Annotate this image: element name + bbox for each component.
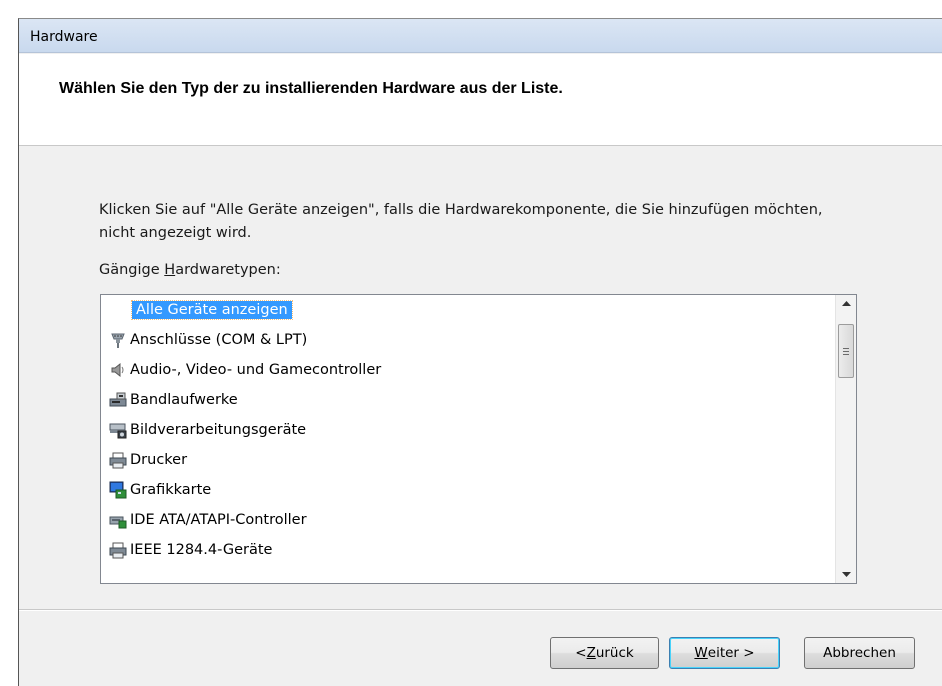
next-button-accelerator: W [694, 645, 708, 661]
next-button[interactable]: Weiter > [669, 637, 780, 669]
list-items: Alle Geräte anzeigen Anschlüsse (COM & L… [101, 295, 835, 583]
list-item-label: Audio-, Video- und Gamecontroller [130, 362, 382, 378]
cancel-button[interactable]: Abbrechen [804, 637, 915, 669]
window-title: Hardware [30, 29, 98, 45]
scanner-camera-icon [109, 421, 127, 439]
list-item-printers[interactable]: Drucker [109, 448, 187, 472]
printer-icon [109, 541, 127, 559]
next-button-suffix: eiter > [707, 645, 755, 661]
list-item-imaging-devices[interactable]: Bildverarbeitungsgeräte [109, 418, 306, 442]
display-adapter-icon [109, 481, 127, 499]
list-item-label: Bildverarbeitungsgeräte [130, 422, 307, 438]
title-bar[interactable]: Hardware [19, 19, 942, 53]
list-item-tape-drives[interactable]: Bandlaufwerke [109, 388, 238, 412]
tape-drive-icon [109, 391, 127, 409]
list-item-label: IDE ATA/ATAPI-Controller [130, 512, 307, 528]
list-item-ide-controllers[interactable]: IDE ATA/ATAPI-Controller [109, 508, 307, 532]
printer-icon [109, 451, 127, 469]
label-suffix: ardwaretypen: [175, 262, 281, 278]
list-item-label: IEEE 1284.4-Geräte [130, 542, 273, 558]
list-item-display-adapters[interactable]: Grafikkarte [109, 478, 211, 502]
scroll-up-arrow-icon[interactable] [836, 295, 856, 312]
list-item-label: Drucker [130, 452, 188, 468]
list-item-label: Anschlüsse (COM & LPT) [130, 332, 308, 348]
list-item-label: Grafikkarte [130, 482, 212, 498]
grip-icon [843, 347, 849, 355]
list-item-label: Bandlaufwerke [130, 392, 238, 408]
list-item-ieee-1284[interactable]: IEEE 1284.4-Geräte [109, 538, 272, 562]
back-button-suffix: urück [595, 645, 634, 661]
footer-divider [19, 609, 942, 611]
list-item-ports[interactable]: Anschlüsse (COM & LPT) [109, 328, 307, 352]
scroll-thumb[interactable] [838, 324, 854, 378]
list-item-audio-video[interactable]: Audio-, Video- und Gamecontroller [109, 358, 381, 382]
back-button-accelerator: Z [586, 645, 596, 661]
add-hardware-dialog: Hardware Wählen Sie den Typ der zu insta… [18, 18, 942, 686]
vertical-scrollbar[interactable] [835, 295, 856, 583]
back-button-prefix: < [575, 645, 587, 661]
list-item-show-all-devices[interactable]: Alle Geräte anzeigen [131, 298, 293, 322]
back-button[interactable]: < Zurück [550, 637, 659, 669]
ide-controller-icon [109, 511, 127, 529]
header-panel: Wählen Sie den Typ der zu installierende… [19, 54, 942, 146]
hardware-types-label: Gängige Hardwaretypen: [99, 262, 281, 278]
port-connector-icon [109, 331, 127, 349]
instruction-text: Klicken Sie auf "Alle Geräte anzeigen", … [99, 202, 823, 241]
label-prefix: Gängige [99, 262, 165, 278]
scroll-down-arrow-icon[interactable] [836, 566, 856, 583]
label-accelerator: H [164, 262, 176, 278]
list-item-label: Alle Geräte anzeigen [131, 300, 293, 320]
speaker-icon [109, 361, 127, 379]
page-heading: Wählen Sie den Typ der zu installierende… [59, 80, 563, 97]
hardware-type-listbox[interactable]: Alle Geräte anzeigen Anschlüsse (COM & L… [100, 294, 857, 584]
cancel-button-label: Abbrechen [823, 645, 896, 661]
